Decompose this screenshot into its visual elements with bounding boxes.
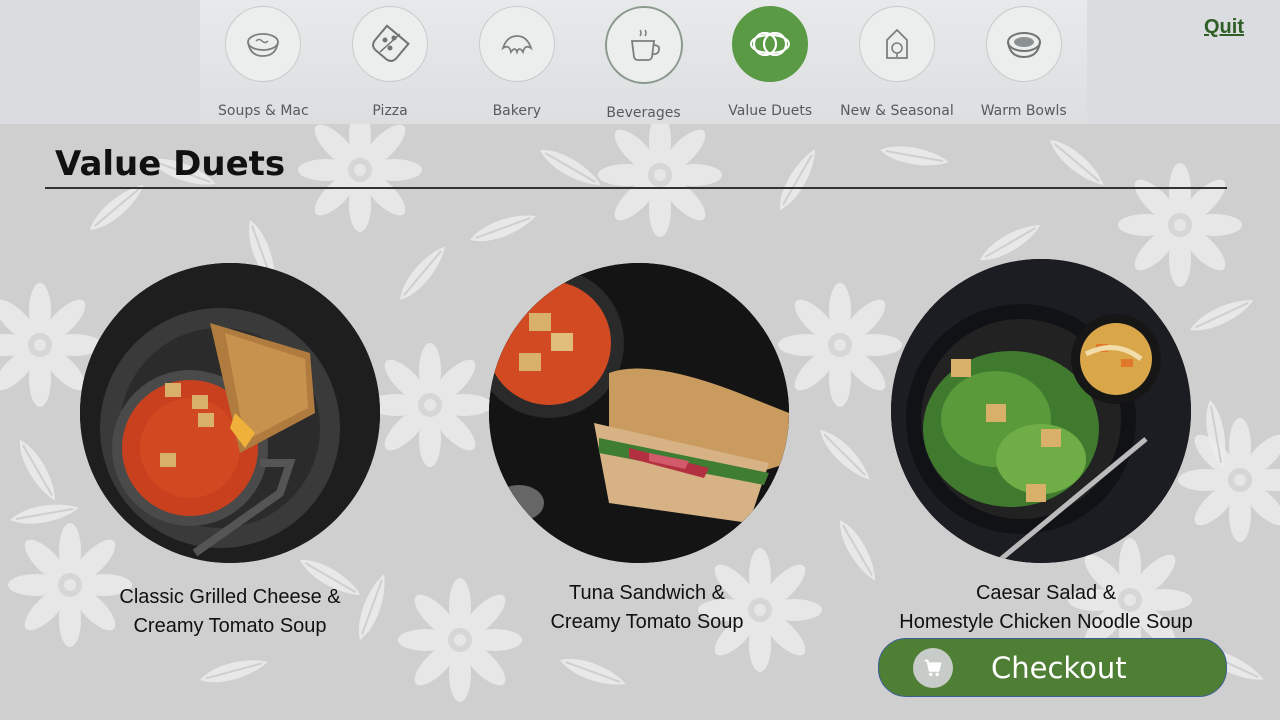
product-name: Tuna Sandwich & Creamy Tomato Soup bbox=[497, 579, 797, 637]
product-name-line2: Creamy Tomato Soup bbox=[550, 611, 744, 633]
product-name: Classic Grilled Cheese & Creamy Tomato S… bbox=[80, 583, 380, 641]
nav-label: Warm Bowls bbox=[980, 103, 1067, 119]
nav-label: Beverages bbox=[606, 105, 681, 121]
nav-label: Value Duets bbox=[728, 103, 813, 119]
nav-item-beverages[interactable]: Beverages bbox=[580, 0, 707, 124]
product-photo bbox=[489, 263, 789, 563]
checkout-button[interactable]: Checkout bbox=[878, 638, 1227, 697]
product-name-line1: Classic Grilled Cheese & bbox=[119, 586, 341, 608]
product-photo bbox=[80, 263, 380, 563]
nav-label: Soups & Mac bbox=[218, 103, 309, 119]
category-nav: Soups & Mac Pizza Bakery Beverages Value… bbox=[200, 0, 1087, 124]
value-duets-icon bbox=[732, 6, 809, 82]
product-name-line1: Tuna Sandwich & bbox=[568, 582, 725, 604]
page-title: Value Duets bbox=[55, 144, 286, 184]
title-divider bbox=[45, 187, 1227, 189]
warm-bowl-icon bbox=[985, 6, 1062, 82]
nav-item-pizza[interactable]: Pizza bbox=[327, 0, 454, 124]
checkout-label: Checkout bbox=[991, 650, 1127, 685]
header-background-left bbox=[0, 0, 200, 124]
croissant-icon bbox=[478, 6, 555, 82]
quit-link[interactable]: Quit bbox=[1204, 16, 1244, 39]
seasonal-icon bbox=[858, 6, 935, 82]
nav-item-warm-bowls[interactable]: Warm Bowls bbox=[960, 0, 1087, 124]
header-background-right bbox=[1087, 0, 1280, 124]
product-name-line2: Homestyle Chicken Noodle Soup bbox=[899, 611, 1193, 633]
nav-label: Bakery bbox=[492, 103, 542, 119]
product-name-line1: Caesar Salad & bbox=[975, 582, 1117, 604]
coffee-cup-icon bbox=[604, 6, 683, 84]
nav-item-value-duets[interactable]: Value Duets bbox=[707, 0, 834, 124]
nav-item-new-seasonal[interactable]: New & Seasonal bbox=[834, 0, 961, 124]
product-photo bbox=[891, 259, 1191, 563]
pizza-icon bbox=[352, 6, 429, 82]
product-name: Caesar Salad & Homestyle Chicken Noodle … bbox=[876, 579, 1216, 637]
nav-item-bakery[interactable]: Bakery bbox=[453, 0, 580, 124]
nav-label: Pizza bbox=[372, 103, 408, 119]
product-name-line2: Creamy Tomato Soup bbox=[133, 615, 327, 637]
nav-label: New & Seasonal bbox=[840, 103, 954, 119]
nav-item-soups-mac[interactable]: Soups & Mac bbox=[200, 0, 327, 124]
cart-icon bbox=[913, 647, 953, 688]
soup-bowl-icon bbox=[225, 6, 302, 82]
